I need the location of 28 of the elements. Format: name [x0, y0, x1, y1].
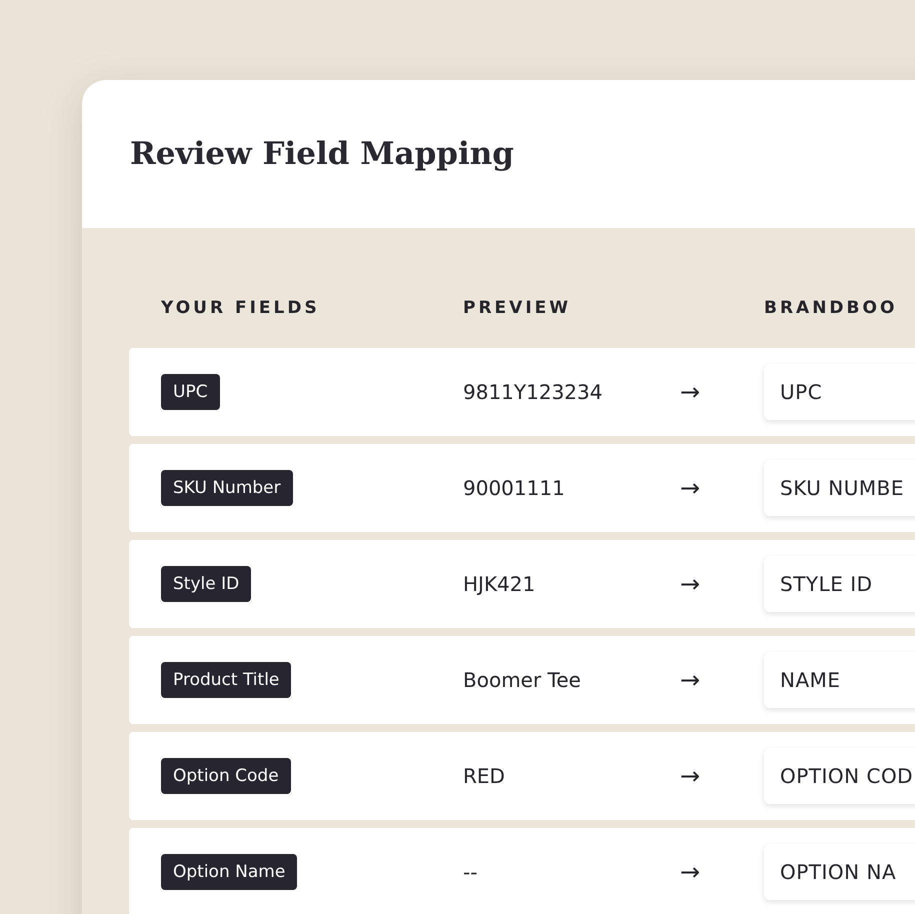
- preview-value: HJK421: [463, 572, 536, 596]
- page-title: Review Field Mapping: [130, 136, 514, 172]
- arrow-glyph: →: [679, 474, 700, 502]
- column-header: YOUR FIELDS: [161, 298, 321, 318]
- arrow-glyph: →: [679, 570, 700, 598]
- field-tag: Product Title: [161, 662, 292, 698]
- column-header: PREVIEW: [463, 298, 572, 318]
- target-field-select[interactable]: UPC: [764, 364, 915, 420]
- field-tag: Option Code: [161, 758, 291, 794]
- target-field-select[interactable]: NAME: [764, 652, 915, 708]
- target-field-select[interactable]: OPTION NA: [764, 844, 915, 900]
- target-field-select[interactable]: OPTION COD: [764, 748, 915, 804]
- field-tag: UPC: [161, 374, 220, 410]
- target-field-select[interactable]: SKU NUMBE: [764, 460, 915, 516]
- preview-value: 90001111: [463, 476, 566, 500]
- field-tag: Option Name: [161, 854, 298, 890]
- preview-value: 9811Y123234: [463, 380, 604, 404]
- preview-value: RED: [463, 764, 506, 788]
- preview-value: Boomer Tee: [463, 668, 582, 692]
- arrow-glyph: →: [679, 762, 700, 790]
- field-tag: Style ID: [161, 566, 252, 602]
- arrow-glyph: →: [679, 666, 700, 694]
- target-field-select[interactable]: STYLE ID: [764, 556, 915, 612]
- preview-value: --: [463, 860, 478, 884]
- column-header: BRANDBOO: [764, 298, 898, 318]
- field-tag: SKU Number: [161, 470, 293, 506]
- arrow-glyph: →: [679, 858, 700, 886]
- arrow-glyph: →: [679, 378, 700, 406]
